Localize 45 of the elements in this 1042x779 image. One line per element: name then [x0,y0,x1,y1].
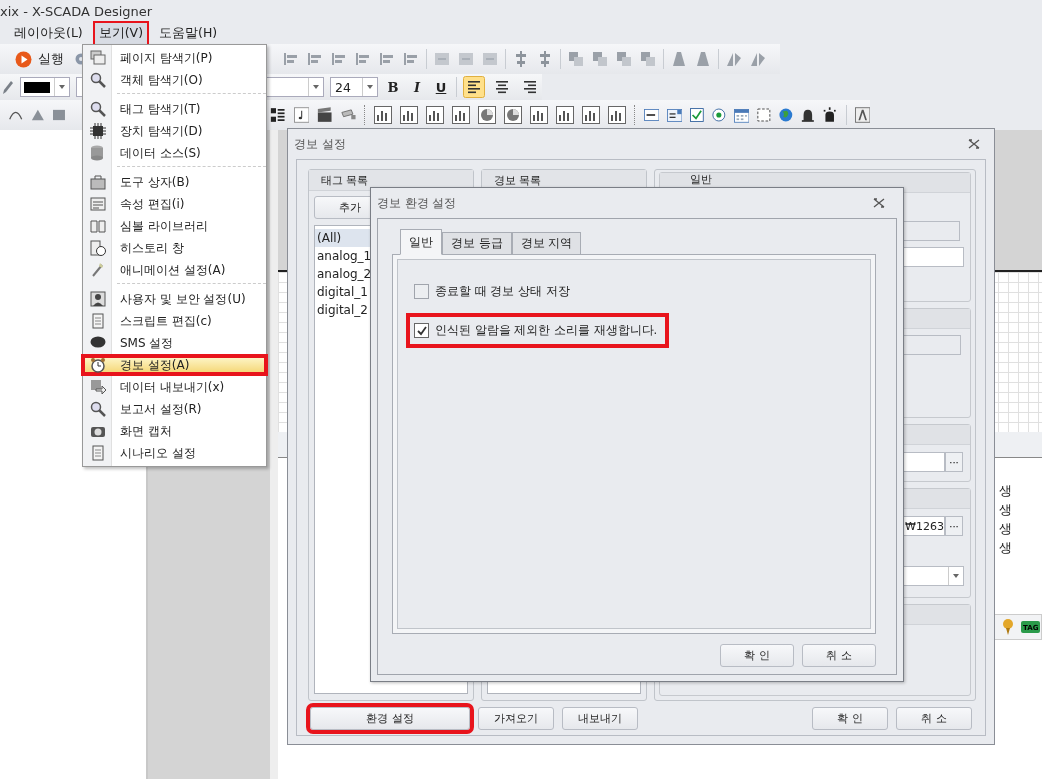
menu-item[interactable]: 경보 설정(A) [81,354,268,376]
tab[interactable]: 경보 등급 [442,232,512,255]
dialog-button[interactable]: 확 인 [720,644,794,667]
menu-item[interactable]: 속성 편집(i) [83,193,266,215]
format-button[interactable]: B [384,79,402,95]
checkbox-label: 인식된 알람을 제외한 소리를 재생합니다. [435,323,658,338]
menu-item[interactable]: 사용자 및 보안 설정(U) [83,288,266,310]
dialog-button[interactable]: 내보내기 [562,707,638,730]
menu-item[interactable]: 시나리오 설정 [83,442,266,464]
canvas-text: 생 [999,482,1012,499]
menu-bar-item[interactable]: 보기(V) [92,20,150,46]
menu-item[interactable]: 화면 캡처 [83,420,266,442]
window-title: xix - X-SCADA Designer [0,3,153,19]
menu-item[interactable]: 히스토리 창 [83,237,266,259]
menu-item[interactable]: 데이터 내보내기(x) [83,376,266,398]
menu-item[interactable]: 보고서 설정(R) [83,398,266,420]
dialog-button[interactable]: 취 소 [802,644,876,667]
panel-heading: 일반 [689,173,712,185]
menu-item[interactable]: 데이터 소스(S) [83,142,266,164]
menu-item[interactable]: 애니메이션 설정(A) [83,259,266,281]
canvas-text: 생 [999,520,1012,537]
format-button[interactable]: U [432,79,450,95]
dialog-button[interactable]: 가져오기 [478,707,554,730]
menu-item[interactable]: 스크립트 편집(c) [83,310,266,332]
panel-heading: 경보 목록 [493,172,542,188]
canvas-text: 생 [999,539,1012,556]
menu-item[interactable]: SMS 설정 [83,332,266,354]
panel-heading: 태그 목록 [321,172,369,188]
dialog-title: 경보 설정 [294,136,346,152]
menu-bar-item[interactable]: 레이아웃(L) [8,20,89,46]
dialog-button[interactable]: 취 소 [896,707,972,730]
checkbox-label: 종료할 때 경보 상태 저장 [435,284,570,299]
format-button[interactable]: I [408,79,426,95]
menu-bar-item[interactable]: 도움말(H) [153,20,224,46]
menu-item[interactable]: 도구 상자(B) [83,171,266,193]
font-size-dropdown[interactable]: 24 [330,77,378,97]
canvas-text: 생 [999,501,1012,518]
menu-item[interactable]: 태그 탐색기(T) [83,98,266,120]
menu-item[interactable]: 페이지 탐색기(P) [83,47,266,69]
menu-item[interactable]: 장치 탐색기(D) [83,120,266,142]
menu-item[interactable]: 객체 탐색기(O) [83,69,266,91]
dialog-button[interactable]: 확 인 [812,707,888,730]
run-label[interactable]: 실행 [38,50,64,68]
menu-item[interactable]: 심볼 라이브러리 [83,215,266,237]
tab[interactable]: 일반 [400,229,442,255]
